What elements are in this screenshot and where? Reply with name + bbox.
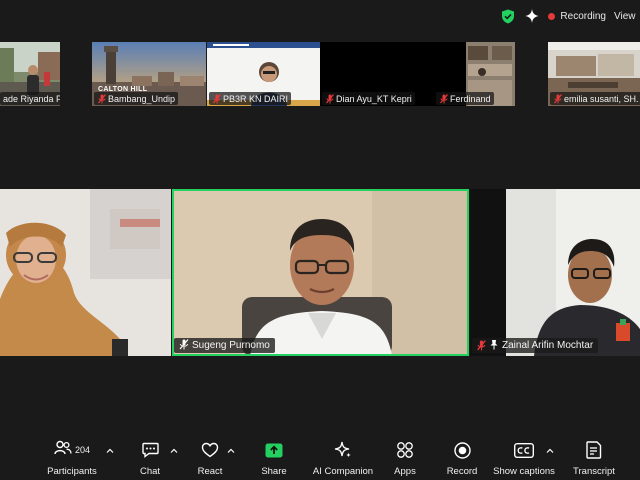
- participant-name-label: Dian Ayu_KT Kepri: [322, 92, 415, 105]
- participants-label: Participants: [47, 466, 97, 477]
- participant-video: [0, 189, 171, 356]
- participant-name-label: Bambang_Undip: [94, 92, 179, 105]
- participant-thumbnail[interactable]: Dian Ayu_KT Kepri: [320, 42, 434, 106]
- participant-thumbnail[interactable]: ade Riyanda Prasetia ...: [0, 42, 60, 106]
- ai-sparkle-icon: [334, 441, 352, 459]
- chat-button[interactable]: Chat: [134, 441, 166, 477]
- transcript-button[interactable]: Transcript: [572, 441, 616, 477]
- ai-companion-label: AI Companion: [312, 466, 374, 477]
- participant-thumbnail[interactable]: Ferdinand: [434, 42, 515, 106]
- heart-icon: [201, 441, 219, 459]
- participant-thumbnail[interactable]: CALTON HILL Bambang_Undip: [92, 42, 206, 106]
- apps-button[interactable]: Apps: [390, 441, 420, 477]
- chat-icon: [141, 441, 159, 459]
- participant-video-tile[interactable]: [0, 189, 171, 356]
- participant-thumbnail[interactable]: PB3R KN DAIRI: [207, 42, 320, 106]
- apps-icon: [396, 441, 414, 459]
- participant-name-label: PB3R KN DAIRI: [209, 92, 292, 105]
- recording-dot-icon: [548, 12, 556, 20]
- participant-name-label: Sugeng Purnomo: [174, 338, 275, 353]
- captions-options-chevron-up-icon[interactable]: [546, 447, 554, 455]
- top-status-area: Recording View: [500, 6, 640, 26]
- react-label: React: [197, 466, 223, 477]
- participant-video: [172, 189, 469, 356]
- participant-name-label: ade Riyanda Prasetia ...: [0, 92, 60, 105]
- mic-muted-icon: [325, 93, 334, 104]
- participant-thumbnail[interactable]: emilia susanti, SH. ...: [548, 42, 640, 106]
- recording-indicator[interactable]: Recording: [548, 11, 606, 22]
- chat-label: Chat: [139, 466, 161, 477]
- recording-label: Recording: [560, 10, 606, 22]
- share-screen-icon: [265, 441, 283, 459]
- top-bar: Recording View: [0, 0, 640, 32]
- active-speaker-tile[interactable]: Sugeng Purnomo: [172, 189, 469, 356]
- muted-icon: [179, 338, 189, 353]
- participant-video-tile[interactable]: Zainal Arifin Mochtar: [470, 189, 640, 356]
- participant-name-label: Zainal Arifin Mochtar: [472, 338, 599, 353]
- participants-count: 204: [74, 445, 91, 455]
- participant-name-label: emilia susanti, SH. ...: [550, 92, 640, 105]
- record-icon: [453, 441, 471, 459]
- participants-button[interactable]: 204 Participants: [46, 440, 98, 477]
- record-button[interactable]: Record: [444, 441, 480, 477]
- record-label: Record: [446, 466, 478, 477]
- mic-muted-icon: [97, 93, 106, 104]
- pin-icon: [489, 339, 499, 353]
- share-screen-button[interactable]: Share: [258, 441, 290, 477]
- ai-companion-sparkle-icon[interactable]: [524, 8, 540, 24]
- mic-muted-icon: [553, 93, 562, 104]
- participant-video: [470, 189, 640, 356]
- view-button[interactable]: View: [614, 11, 636, 22]
- react-button[interactable]: React: [194, 441, 226, 477]
- apps-label: Apps: [394, 466, 416, 477]
- mic-muted-icon: [477, 340, 486, 351]
- participants-options-chevron-up-icon[interactable]: [106, 447, 114, 455]
- participant-name-label: Ferdinand: [436, 92, 494, 105]
- react-options-chevron-up-icon[interactable]: [227, 447, 235, 455]
- participants-icon: [54, 440, 72, 461]
- mic-muted-icon: [212, 93, 221, 104]
- show-captions-button[interactable]: Show captions: [493, 441, 555, 477]
- show-captions-label: Show captions: [493, 466, 555, 477]
- meeting-toolbar: 204 Participants Chat React Share AI Com…: [0, 437, 640, 480]
- mic-muted-icon: [439, 93, 448, 104]
- transcript-document-icon: [586, 441, 602, 459]
- share-label: Share: [261, 466, 287, 477]
- encryption-shield-icon[interactable]: [500, 8, 516, 24]
- captions-cc-icon: [514, 441, 534, 459]
- transcript-label: Transcript: [573, 466, 615, 477]
- chat-options-chevron-up-icon[interactable]: [170, 447, 178, 455]
- ai-companion-button[interactable]: AI Companion: [312, 441, 374, 477]
